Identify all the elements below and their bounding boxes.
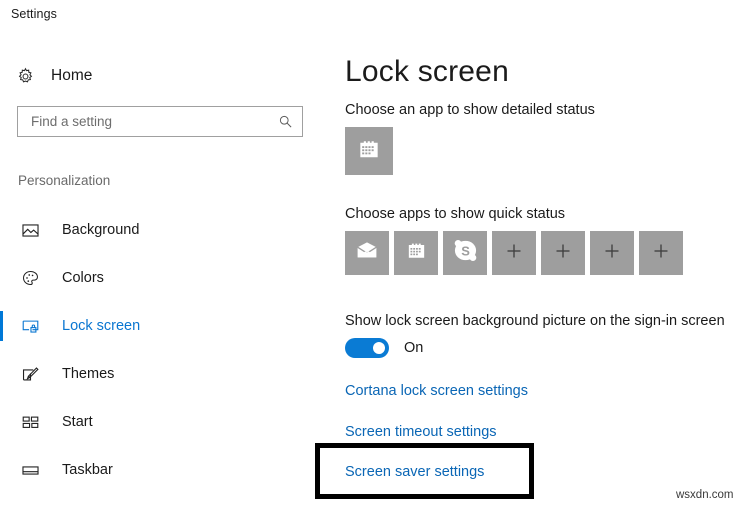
calendar-icon [405, 239, 428, 267]
quick-status-tile-add-2[interactable] [541, 231, 585, 275]
calendar-icon [356, 136, 382, 167]
navigation-pane: Home Personalization [0, 32, 318, 512]
svg-text:S: S [461, 244, 470, 259]
search-icon[interactable] [272, 109, 298, 135]
plus-icon [602, 241, 622, 266]
selection-accent [0, 263, 3, 293]
link-cortana-lock-screen-settings[interactable]: Cortana lock screen settings [345, 383, 528, 399]
quick-status-label: Choose apps to show quick status [345, 206, 566, 222]
selection-accent [0, 407, 3, 437]
nav-item-home-label: Home [51, 67, 93, 84]
start-tiles-icon [18, 410, 42, 434]
quick-status-tile-row: S [345, 231, 683, 275]
lock-screen-icon [18, 314, 42, 338]
selection-accent [0, 311, 3, 341]
plus-icon [504, 241, 524, 266]
sidebar-item-lock-screen[interactable]: Lock screen [0, 302, 318, 350]
sidebar-item-taskbar-label: Taskbar [62, 462, 113, 478]
nav-list: Background Colors Lock screen Themes Sta… [0, 206, 318, 494]
toggle-knob [373, 342, 385, 354]
page-title: Lock screen [345, 55, 509, 88]
sidebar-item-lock-screen-label: Lock screen [62, 318, 141, 334]
link-screen-saver-settings[interactable]: Screen saver settings [345, 464, 484, 480]
settings-window: Settings Home Personalization [0, 0, 752, 512]
quick-status-tile-calendar[interactable] [394, 231, 438, 275]
plus-icon [651, 241, 671, 266]
plus-icon [553, 241, 573, 266]
sidebar-item-background-label: Background [62, 222, 140, 238]
selection-accent [0, 215, 3, 245]
sidebar-item-themes-label: Themes [62, 366, 115, 382]
sidebar-item-start[interactable]: Start [0, 398, 318, 446]
detailed-status-app-tile[interactable] [345, 127, 393, 175]
selection-accent [0, 359, 3, 389]
quick-status-tile-add-4[interactable] [639, 231, 683, 275]
title-bar: Settings [0, 0, 752, 32]
sidebar-item-colors-label: Colors [62, 270, 104, 286]
search-input[interactable] [29, 113, 272, 130]
link-screen-timeout-settings[interactable]: Screen timeout settings [345, 424, 497, 440]
nav-group-label: Personalization [18, 173, 111, 188]
taskbar-icon [18, 458, 42, 482]
quick-status-tile-skype[interactable]: S [443, 231, 487, 275]
nav-item-home[interactable]: Home [0, 58, 300, 94]
mail-icon [355, 239, 379, 268]
sidebar-item-taskbar[interactable]: Taskbar [0, 446, 318, 494]
sidebar-item-themes[interactable]: Themes [0, 350, 318, 398]
sidebar-item-colors[interactable]: Colors [0, 254, 318, 302]
content-pane: Lock screen Choose an app to show detail… [318, 32, 752, 512]
detailed-status-label: Choose an app to show detailed status [345, 102, 595, 118]
signin-background-toggle-row: On [345, 338, 423, 358]
brush-icon [18, 362, 42, 386]
search-box[interactable] [17, 106, 303, 137]
watermark: wsxdn.com [676, 489, 734, 501]
picture-icon [18, 218, 42, 242]
window-title: Settings [11, 7, 57, 21]
gear-icon [14, 65, 36, 87]
signin-background-toggle-state: On [404, 340, 424, 356]
quick-status-tile-add-1[interactable] [492, 231, 536, 275]
signin-background-label: Show lock screen background picture on t… [345, 313, 725, 329]
signin-background-toggle[interactable] [345, 338, 389, 358]
sidebar-item-background[interactable]: Background [0, 206, 318, 254]
skype-icon: S [452, 237, 479, 269]
quick-status-tile-mail[interactable] [345, 231, 389, 275]
quick-status-tile-add-3[interactable] [590, 231, 634, 275]
palette-icon [18, 266, 42, 290]
selection-accent [0, 455, 3, 485]
sidebar-item-start-label: Start [62, 414, 93, 430]
